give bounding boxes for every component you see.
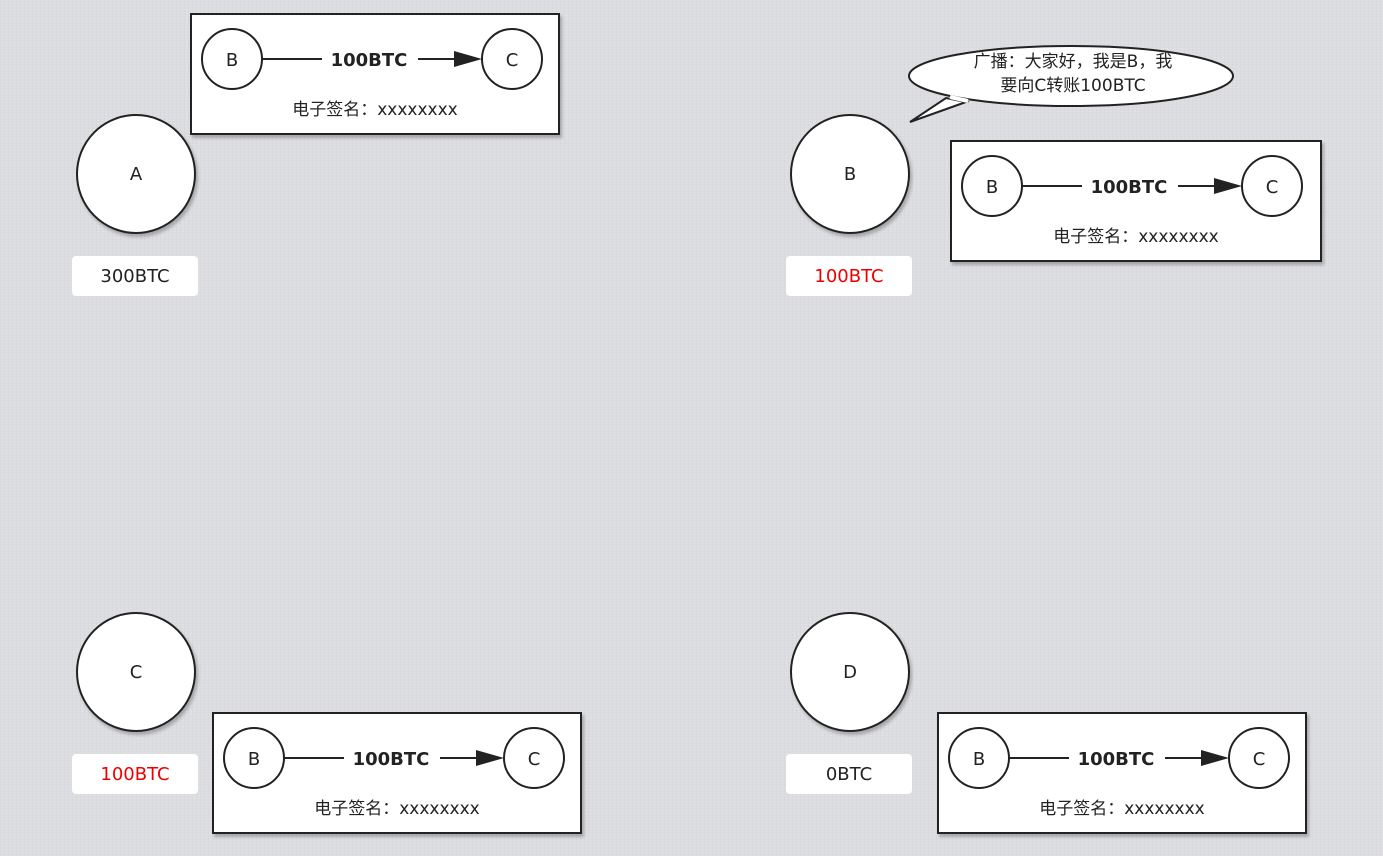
node-a-label: A [129, 163, 143, 185]
node-b: B [790, 114, 910, 234]
node-c-label: C [129, 661, 143, 683]
tx-from-label: B [248, 749, 260, 770]
tx-arrowhead [476, 750, 504, 766]
broadcast-line-1: 广播：大家好，我是B，我 [973, 52, 1173, 72]
node-d-label: D [843, 661, 857, 683]
balance-b: 100BTC [786, 256, 912, 296]
transaction-flow: B 100BTC C [961, 155, 1303, 217]
balance-d: 0BTC [786, 754, 912, 794]
transaction-flow: B 100BTC C [948, 727, 1290, 789]
transaction-card-c: B 100BTC C 电子签名：xxxxxxxx [212, 712, 582, 834]
tx-signature: 电子签名：xxxxxxxx [1039, 799, 1205, 819]
transaction-flow: B 100BTC C [223, 727, 565, 789]
transaction-card-b: B 100BTC C 电子签名：xxxxxxxx [950, 140, 1322, 262]
tx-to-label: C [1266, 177, 1279, 198]
node-b-label: B [843, 163, 857, 185]
broadcast-line-2: 要向C转账100BTC [1000, 76, 1146, 96]
balance-a: 300BTC [72, 256, 198, 296]
tx-signature: 电子签名：xxxxxxxx [1053, 227, 1219, 247]
transaction-card-a: B 100BTC C 电子签名：xxxxxxxx [190, 13, 560, 135]
tx-arrowhead [1214, 178, 1242, 194]
node-d: D [790, 612, 910, 732]
tx-arrowhead [1201, 750, 1229, 766]
tx-amount: 100BTC [1091, 177, 1168, 198]
tx-to-label: C [528, 749, 541, 770]
tx-to-label: C [1253, 749, 1266, 770]
broadcast-bubble: 广播：大家好，我是B，我 要向C转账100BTC [906, 44, 1236, 126]
transaction-flow: B 100BTC C [201, 28, 543, 90]
tx-from-label: B [226, 50, 238, 71]
tx-to-label: C [506, 50, 519, 71]
tx-amount: 100BTC [1078, 749, 1155, 770]
tx-signature: 电子签名：xxxxxxxx [314, 799, 480, 819]
transaction-card-d: B 100BTC C 电子签名：xxxxxxxx [937, 712, 1307, 834]
tx-arrowhead [454, 51, 482, 67]
tx-amount: 100BTC [331, 50, 408, 71]
tx-amount: 100BTC [353, 749, 430, 770]
balance-c: 100BTC [72, 754, 198, 794]
tx-from-label: B [986, 177, 998, 198]
tx-signature: 电子签名：xxxxxxxx [292, 100, 458, 120]
broadcast-text: 广播：大家好，我是B，我 要向C转账100BTC [928, 50, 1218, 98]
node-c: C [76, 612, 196, 732]
tx-from-label: B [973, 749, 985, 770]
node-a: A [76, 114, 196, 234]
